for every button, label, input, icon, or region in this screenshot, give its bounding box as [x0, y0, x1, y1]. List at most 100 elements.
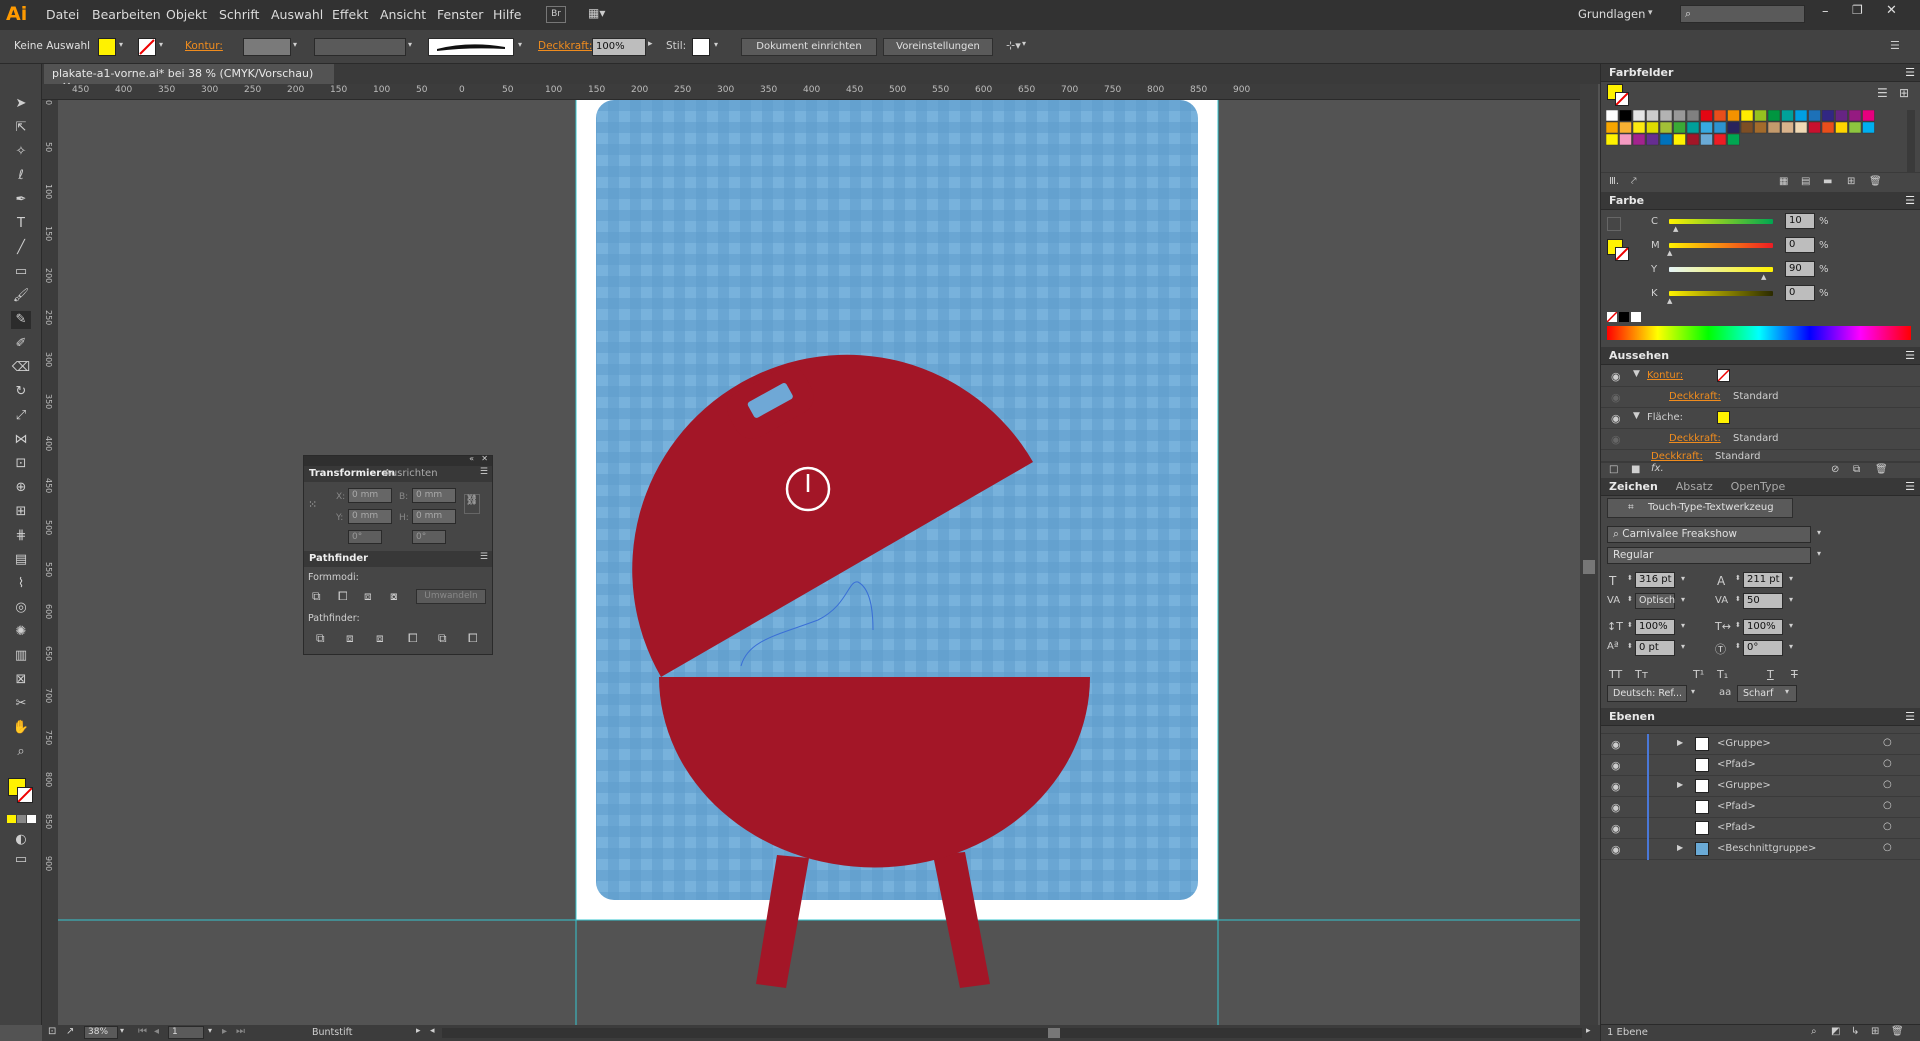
direct-selection-tool-icon[interactable]: ⇱ — [11, 119, 31, 137]
layer-name[interactable]: <Gruppe> — [1717, 780, 1771, 791]
exclude-icon[interactable]: ⧇ — [390, 589, 398, 604]
opacity-field[interactable]: 100% — [592, 38, 646, 56]
fill-row-label[interactable]: Fläche: — [1647, 412, 1683, 423]
chevron-down-icon[interactable]: ▾ — [1681, 595, 1685, 604]
none-swatch[interactable] — [1606, 311, 1618, 323]
stroke-swatch[interactable] — [138, 38, 156, 56]
tab-ausrichten[interactable]: Ausrichten — [384, 468, 438, 479]
menu-bearbeiten[interactable]: Bearbeiten — [92, 7, 161, 22]
stepper-icon[interactable]: ⬍ — [1735, 574, 1741, 582]
gradient-mode-icon[interactable] — [17, 815, 26, 823]
swatches-panel-header[interactable]: Farbfelder ☰ — [1601, 64, 1920, 82]
none-mode-icon[interactable] — [27, 815, 36, 823]
locate-object-icon[interactable]: ⌕ — [1811, 1026, 1817, 1037]
opacity-row-label[interactable]: Deckkraft: — [1651, 451, 1703, 461]
shape-builder-tool-icon[interactable]: ⊕ — [11, 479, 31, 497]
drawing-mode-icon[interactable]: ◐ — [11, 831, 31, 849]
stroke-label[interactable]: Kontur: — [185, 40, 223, 52]
visibility-eye-icon[interactable]: ◉ — [1611, 412, 1621, 425]
pathfinder-title[interactable]: Pathfinder — [309, 553, 368, 564]
chevron-down-icon[interactable]: ▾ — [1789, 642, 1793, 651]
visibility-eye-icon[interactable]: ◉ — [1611, 433, 1621, 446]
clipping-mask-icon[interactable]: ◩ — [1831, 1026, 1840, 1037]
view-icon[interactable]: ⊡ — [48, 1026, 56, 1037]
scroll-thumb[interactable] — [1583, 560, 1595, 574]
swatch[interactable] — [1835, 110, 1848, 122]
superscript-icon[interactable]: T¹ — [1693, 668, 1704, 681]
visibility-eye-icon[interactable]: ◉ — [1611, 822, 1621, 835]
swatch[interactable] — [1848, 110, 1862, 122]
swatch[interactable] — [1659, 110, 1673, 122]
stepper-icon[interactable]: ⬍ — [1627, 595, 1633, 603]
chevron-down-icon[interactable]: ▾ — [408, 40, 412, 49]
grid-view-icon[interactable]: ⊞ — [1899, 86, 1909, 100]
appearance-row-opacity[interactable]: Deckkraft: Standard — [1601, 450, 1920, 462]
brush-definition-field[interactable] — [428, 38, 514, 56]
opacity-row-label[interactable]: Deckkraft: — [1669, 433, 1721, 444]
swatch-libraries-icon[interactable]: Ⅲ. — [1609, 176, 1619, 187]
panel-menu-icon[interactable]: ☰ — [1905, 349, 1915, 362]
panel-menu-icon[interactable]: ☰ — [480, 552, 488, 562]
free-transform-tool-icon[interactable]: ⊡ — [11, 455, 31, 473]
target-icon[interactable]: ○ — [1883, 821, 1892, 832]
swatch[interactable] — [1700, 110, 1713, 122]
close-icon[interactable]: ✕ — [481, 454, 488, 463]
swatch[interactable] — [1646, 133, 1659, 146]
rectangle-tool-icon[interactable]: ▭ — [11, 263, 31, 281]
chevron-down-icon[interactable]: ▾ — [714, 40, 718, 49]
black-swatch[interactable] — [1619, 312, 1629, 322]
character-rotation-field[interactable]: 0° — [1743, 640, 1783, 656]
pencil-tool-icon[interactable]: ✎ — [11, 311, 31, 329]
chevron-down-icon[interactable]: ▾ — [1691, 687, 1695, 696]
delete-icon[interactable]: 🗑 — [1891, 1026, 1904, 1037]
font-family-dropdown[interactable]: ⌕ Carnivalee Freakshow — [1607, 526, 1811, 543]
paintbrush-tool-icon[interactable]: 🖌 — [11, 287, 31, 305]
document-tab[interactable]: plakate-a1-vorne.ai* bei 38 % (CMYK/Vors… — [44, 64, 334, 93]
stepper-icon[interactable]: ⬍ — [1627, 574, 1633, 582]
gradient-tool-icon[interactable]: ▤ — [11, 551, 31, 569]
swatch[interactable] — [1727, 121, 1740, 134]
swatch[interactable] — [1700, 133, 1713, 146]
vertical-ruler[interactable]: 0 50 100 150 200 250 300 350 400 450 500 550 600 650 7… — [42, 100, 58, 1025]
layer-row[interactable]: ◉ ▶ <Gruppe> ○ — [1601, 776, 1920, 797]
swatch[interactable] — [1781, 110, 1794, 122]
height-field[interactable]: 0 mm — [412, 509, 456, 524]
stepper-icon[interactable]: ⬍ — [1627, 621, 1633, 629]
menu-auswahl[interactable]: Auswahl — [271, 7, 323, 22]
swatch[interactable] — [1835, 121, 1848, 134]
layer-row[interactable]: ◉ ▶ <Beschnittgruppe> ○ — [1601, 839, 1920, 860]
magic-wand-tool-icon[interactable]: ✧ — [11, 143, 31, 161]
disclosure-triangle-icon[interactable]: ▶ — [1677, 738, 1683, 747]
fill-row-swatch[interactable] — [1717, 411, 1730, 424]
swatch[interactable] — [1862, 110, 1875, 122]
new-swatch-icon[interactable]: ⊞ — [1847, 176, 1855, 187]
layer-name[interactable]: <Gruppe> — [1717, 738, 1771, 749]
horizontal-scale-field[interactable]: 100% — [1743, 619, 1783, 635]
color-mode-icon[interactable] — [7, 815, 16, 823]
swatch[interactable] — [1700, 121, 1713, 134]
slider-thumb[interactable]: ▲ — [1667, 249, 1672, 257]
new-layer-icon[interactable]: ⊞ — [1871, 1026, 1879, 1037]
target-icon[interactable]: ○ — [1883, 842, 1892, 853]
canvas[interactable]: « ✕ Transformieren Ausrichten ☰ ⁙ X: 0 m… — [58, 100, 1580, 1025]
collapse-icon[interactable]: « — [469, 454, 474, 463]
appearance-panel-header[interactable]: Aussehen ☰ — [1601, 347, 1920, 365]
zoom-tool-icon[interactable]: ⌕ — [11, 743, 31, 761]
chevron-down-icon[interactable]: ▾ — [120, 1026, 124, 1035]
swatch[interactable] — [1862, 121, 1875, 134]
panel-grip[interactable]: « ✕ — [304, 454, 492, 466]
language-dropdown[interactable]: Deutsch: Ref... — [1607, 685, 1687, 702]
swatch[interactable] — [1713, 133, 1727, 146]
constrain-proportions-icon[interactable]: ⛓ — [464, 494, 480, 514]
default-colors-icon[interactable] — [1607, 217, 1621, 231]
minus-front-icon[interactable]: ⧠ — [338, 589, 348, 604]
chevron-right-icon[interactable]: ▸ — [648, 39, 653, 49]
character-panel-header[interactable]: Zeichen Absatz OpenType ☰ — [1601, 478, 1920, 496]
layer-row[interactable]: ◉ ▶ <Gruppe> ○ — [1601, 734, 1920, 755]
chevron-down-icon[interactable]: ▾ — [208, 1026, 212, 1035]
zoom-field[interactable]: 38% — [84, 1026, 118, 1039]
tab-zeichen[interactable]: Zeichen — [1609, 480, 1658, 493]
swatch[interactable] — [1673, 110, 1686, 122]
opacity-row-label[interactable]: Deckkraft: — [1669, 391, 1721, 402]
mesh-tool-icon[interactable]: ⋕ — [11, 527, 31, 545]
